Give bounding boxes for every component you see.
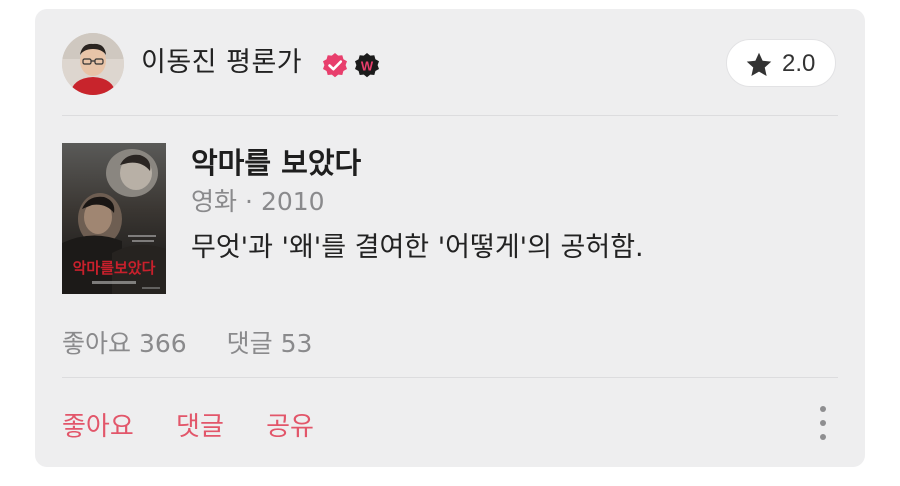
review-stats: 좋아요 366 댓글 53 — [62, 327, 312, 361]
more-dot — [820, 406, 826, 412]
w-badge-letter: W — [361, 59, 374, 74]
star-icon — [746, 52, 772, 76]
more-dot — [820, 434, 826, 440]
work-category: 영화 — [191, 187, 238, 216]
more-dot — [820, 420, 826, 426]
header-divider — [62, 115, 838, 116]
work-meta: 영화 · 2010 — [191, 185, 325, 219]
critic-avatar-image — [62, 33, 124, 95]
comments-count: 댓글 53 — [226, 329, 313, 358]
more-vertical-icon[interactable] — [811, 403, 835, 443]
review-header: 이동진 평론가 W 2.0 — [35, 9, 865, 117]
poster-title: 악마를보았다 — [73, 259, 156, 277]
verified-check-icon — [320, 51, 350, 81]
movie-poster[interactable]: 악마를보았다 — [62, 143, 166, 294]
w-badge-icon: W — [352, 51, 382, 81]
meta-separator: · — [245, 187, 253, 216]
author-name[interactable]: 이동진 평론가 — [141, 45, 302, 81]
stats-divider — [62, 377, 838, 378]
rating-badge[interactable]: 2.0 — [726, 39, 836, 87]
rating-value: 2.0 — [782, 50, 816, 77]
likes-count: 좋아요 366 — [62, 329, 187, 358]
comment-button[interactable]: 댓글 — [176, 409, 224, 445]
work-title[interactable]: 악마를 보았다 — [191, 143, 361, 183]
action-bar: 좋아요 댓글 공유 — [62, 409, 314, 445]
review-card: 이동진 평론가 W 2.0 악마를보았다 악마를 보았다 영화 · 2010 무… — [35, 9, 865, 467]
work-year: 2010 — [260, 187, 325, 216]
like-button[interactable]: 좋아요 — [62, 409, 134, 445]
review-text[interactable]: 무엇'과 '왜'를 결여한 '어떻게'의 공허함. — [191, 229, 644, 267]
author-avatar[interactable] — [62, 33, 124, 95]
share-button[interactable]: 공유 — [266, 409, 314, 445]
